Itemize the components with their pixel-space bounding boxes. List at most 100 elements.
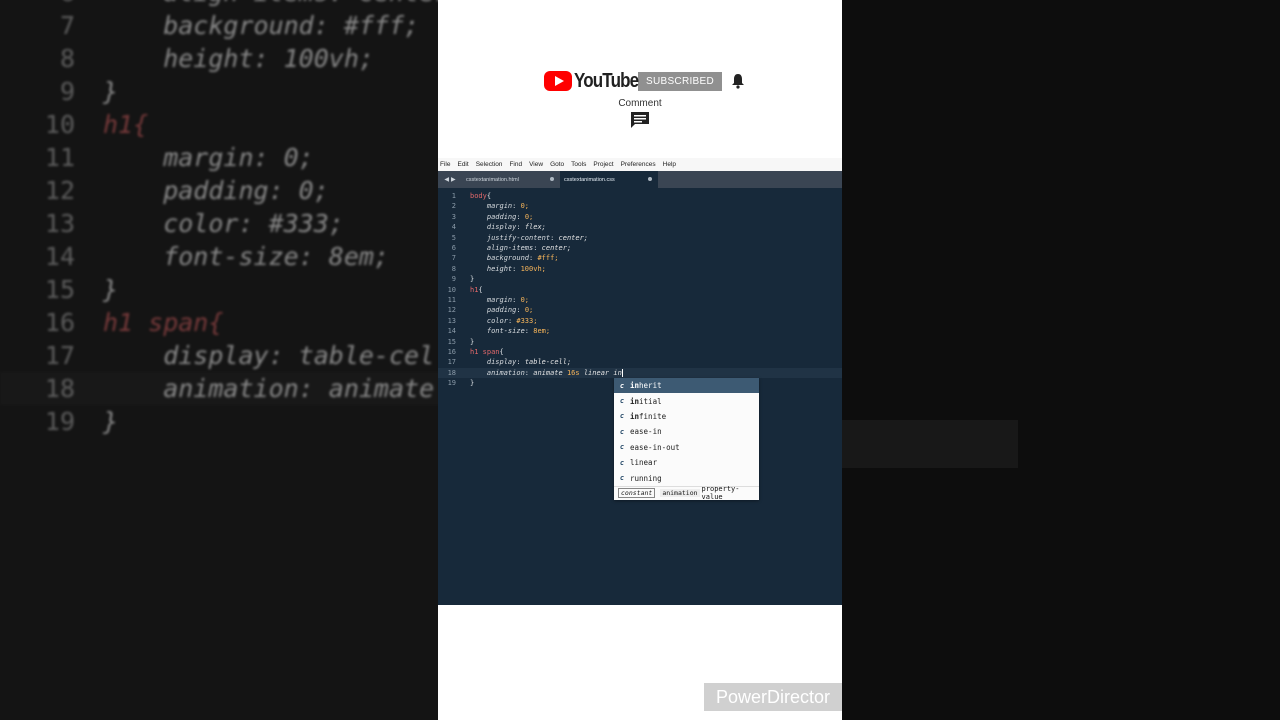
- tab-close-icon[interactable]: [648, 177, 652, 181]
- vertical-video-frame: YouTube SUBSCRIBED Comment File Edit Selec…: [438, 0, 842, 720]
- tab-label: csstextanimation.html: [466, 176, 519, 183]
- code-line[interactable]: 4 display: flex;: [438, 222, 842, 232]
- line-code: h1 span{: [470, 348, 504, 356]
- code-line[interactable]: 18 animation: animate 16s linear in: [438, 367, 842, 379]
- comment-label: Comment: [618, 98, 662, 109]
- comment-icon[interactable]: [630, 111, 650, 129]
- autocomplete-item[interactable]: c linear: [614, 455, 759, 470]
- menu-item-find[interactable]: Find: [509, 161, 522, 168]
- line-code: color: #333;: [486, 316, 538, 325]
- menu-item-selection[interactable]: Selection: [476, 161, 503, 168]
- blurred-background-left: 6 align-items: center7 background: #fff;…: [0, 0, 438, 720]
- blurred-code-line: 12 padding: 0;: [0, 174, 438, 207]
- line-code: justify-content: center;: [486, 233, 589, 242]
- line-code: display: table-cell;: [486, 358, 572, 367]
- line-code: margin: 0;: [103, 143, 314, 172]
- constant-kind-icon: c: [619, 443, 625, 452]
- autocomplete-popup: c inherit c initial c infinite c ease-in c ease-i…: [614, 378, 759, 502]
- autocomplete-item-label: infinite: [630, 411, 667, 421]
- autocomplete-type: animation: [660, 489, 700, 498]
- line-number: 18: [44, 374, 75, 403]
- autocomplete-item[interactable]: c ease-in-out: [614, 440, 759, 455]
- autocomplete-item-label: running: [630, 473, 662, 483]
- blurred-code-line: 8 height: 100vh;: [0, 42, 438, 75]
- menu-item-preferences[interactable]: Preferences: [621, 161, 656, 168]
- code-line[interactable]: 13 color: #333;: [438, 316, 842, 326]
- menu-item-tools[interactable]: Tools: [571, 161, 586, 168]
- line-code: animation: animate: [103, 374, 435, 403]
- tab-html-file[interactable]: csstextanimation.html: [462, 171, 560, 188]
- line-number: 7: [451, 254, 456, 263]
- bell-icon[interactable]: [731, 73, 745, 89]
- code-line[interactable]: 9}: [438, 274, 842, 284]
- code-line[interactable]: 16 h1 span{: [438, 347, 842, 357]
- code-editor[interactable]: 1 9} 18 animation: animate 16s linear in 17…: [438, 188, 842, 605]
- autocomplete-item-label: initial: [630, 396, 662, 406]
- line-number: 13: [44, 209, 75, 238]
- line-number: 12: [447, 306, 456, 315]
- blurred-code-line: 13 color: #333;: [0, 207, 438, 240]
- code-line[interactable]: 8 height: 100vh;: [438, 264, 842, 274]
- line-code: font-size: 8em;: [486, 327, 551, 336]
- line-number: 10: [447, 285, 456, 294]
- line-number: 12: [44, 176, 75, 205]
- line-number: 10: [44, 110, 75, 139]
- autocomplete-item[interactable]: c inherit: [614, 378, 759, 394]
- line-number: 11: [44, 143, 75, 172]
- code-line[interactable]: 14 font-size: 8em;: [438, 326, 842, 336]
- code-line[interactable]: 10 h1{: [438, 285, 842, 295]
- menu-item-goto[interactable]: Goto: [550, 161, 564, 168]
- blurred-code-line: 9}: [0, 75, 438, 108]
- blurred-code-line: 7 background: #fff;: [0, 9, 438, 42]
- line-number: 17: [44, 341, 75, 370]
- tab-css-file[interactable]: csstextanimation.css: [560, 171, 658, 188]
- line-code: h1 span{: [103, 308, 224, 337]
- arrow-right-icon[interactable]: ▶: [451, 176, 456, 183]
- tab-close-icon[interactable]: [550, 177, 554, 181]
- blurred-code-line: 6 align-items: center: [0, 0, 438, 9]
- code-line[interactable]: 17 display: table-cell;: [438, 357, 842, 367]
- line-number: 8: [59, 44, 75, 73]
- line-number: 16: [447, 348, 456, 356]
- blurred-code-line: 19}: [0, 405, 438, 438]
- autocomplete-item[interactable]: c ease-in: [614, 424, 759, 439]
- code-line[interactable]: 5 justify-content: center;: [438, 233, 842, 243]
- line-number: 6: [0, 0, 75, 9]
- constant-kind-icon: c: [619, 427, 625, 436]
- code-line[interactable]: 7 background: #fff;: [438, 253, 842, 263]
- autocomplete-kind-chip: constant: [618, 488, 656, 499]
- code-line[interactable]: 1 body{: [438, 191, 842, 201]
- line-number: 4: [451, 223, 456, 232]
- tab-label: csstextanimation.css: [564, 176, 615, 183]
- autocomplete-item[interactable]: c initial: [614, 393, 759, 408]
- line-code: }: [470, 275, 475, 284]
- code-line[interactable]: 2 margin: 0;: [438, 201, 842, 211]
- autocomplete-item[interactable]: c infinite: [614, 409, 759, 424]
- menu-item-edit[interactable]: Edit: [457, 161, 468, 168]
- subscribed-button[interactable]: SUBSCRIBED: [638, 71, 723, 91]
- youtube-subscribe-banner: YouTube SUBSCRIBED: [544, 70, 745, 92]
- constant-kind-icon: c: [619, 474, 625, 483]
- code-line[interactable]: 15}: [438, 337, 842, 347]
- arrow-left-icon[interactable]: ◀: [444, 176, 449, 183]
- line-number: 19: [44, 407, 75, 436]
- menu-item-project[interactable]: Project: [593, 161, 613, 168]
- menu-item-view[interactable]: View: [529, 161, 543, 168]
- menu-item-help[interactable]: Help: [663, 161, 676, 168]
- autocomplete-description: property-value: [701, 485, 740, 502]
- blurred-code: 6 align-items: center7 background: #fff;…: [0, 0, 438, 438]
- autocomplete-item[interactable]: c running: [614, 470, 759, 485]
- line-code: height: 100vh;: [103, 44, 374, 73]
- tab-nav-arrows[interactable]: ◀ ▶: [438, 171, 462, 188]
- line-number: 9: [59, 77, 75, 106]
- line-code: animation: animate 16s linear in: [486, 368, 623, 377]
- code-line[interactable]: 11 margin: 0;: [438, 295, 842, 305]
- line-number: 15: [44, 275, 75, 304]
- blurred-panel: [842, 420, 1018, 468]
- menu-item-file[interactable]: File: [440, 161, 450, 168]
- line-number: 1: [451, 192, 456, 200]
- code-line[interactable]: 6 align-items: center;: [438, 243, 842, 253]
- blurred-code-line: 11 margin: 0;: [0, 141, 438, 174]
- code-line[interactable]: 12 padding: 0;: [438, 305, 842, 315]
- code-line[interactable]: 3 padding: 0;: [438, 212, 842, 222]
